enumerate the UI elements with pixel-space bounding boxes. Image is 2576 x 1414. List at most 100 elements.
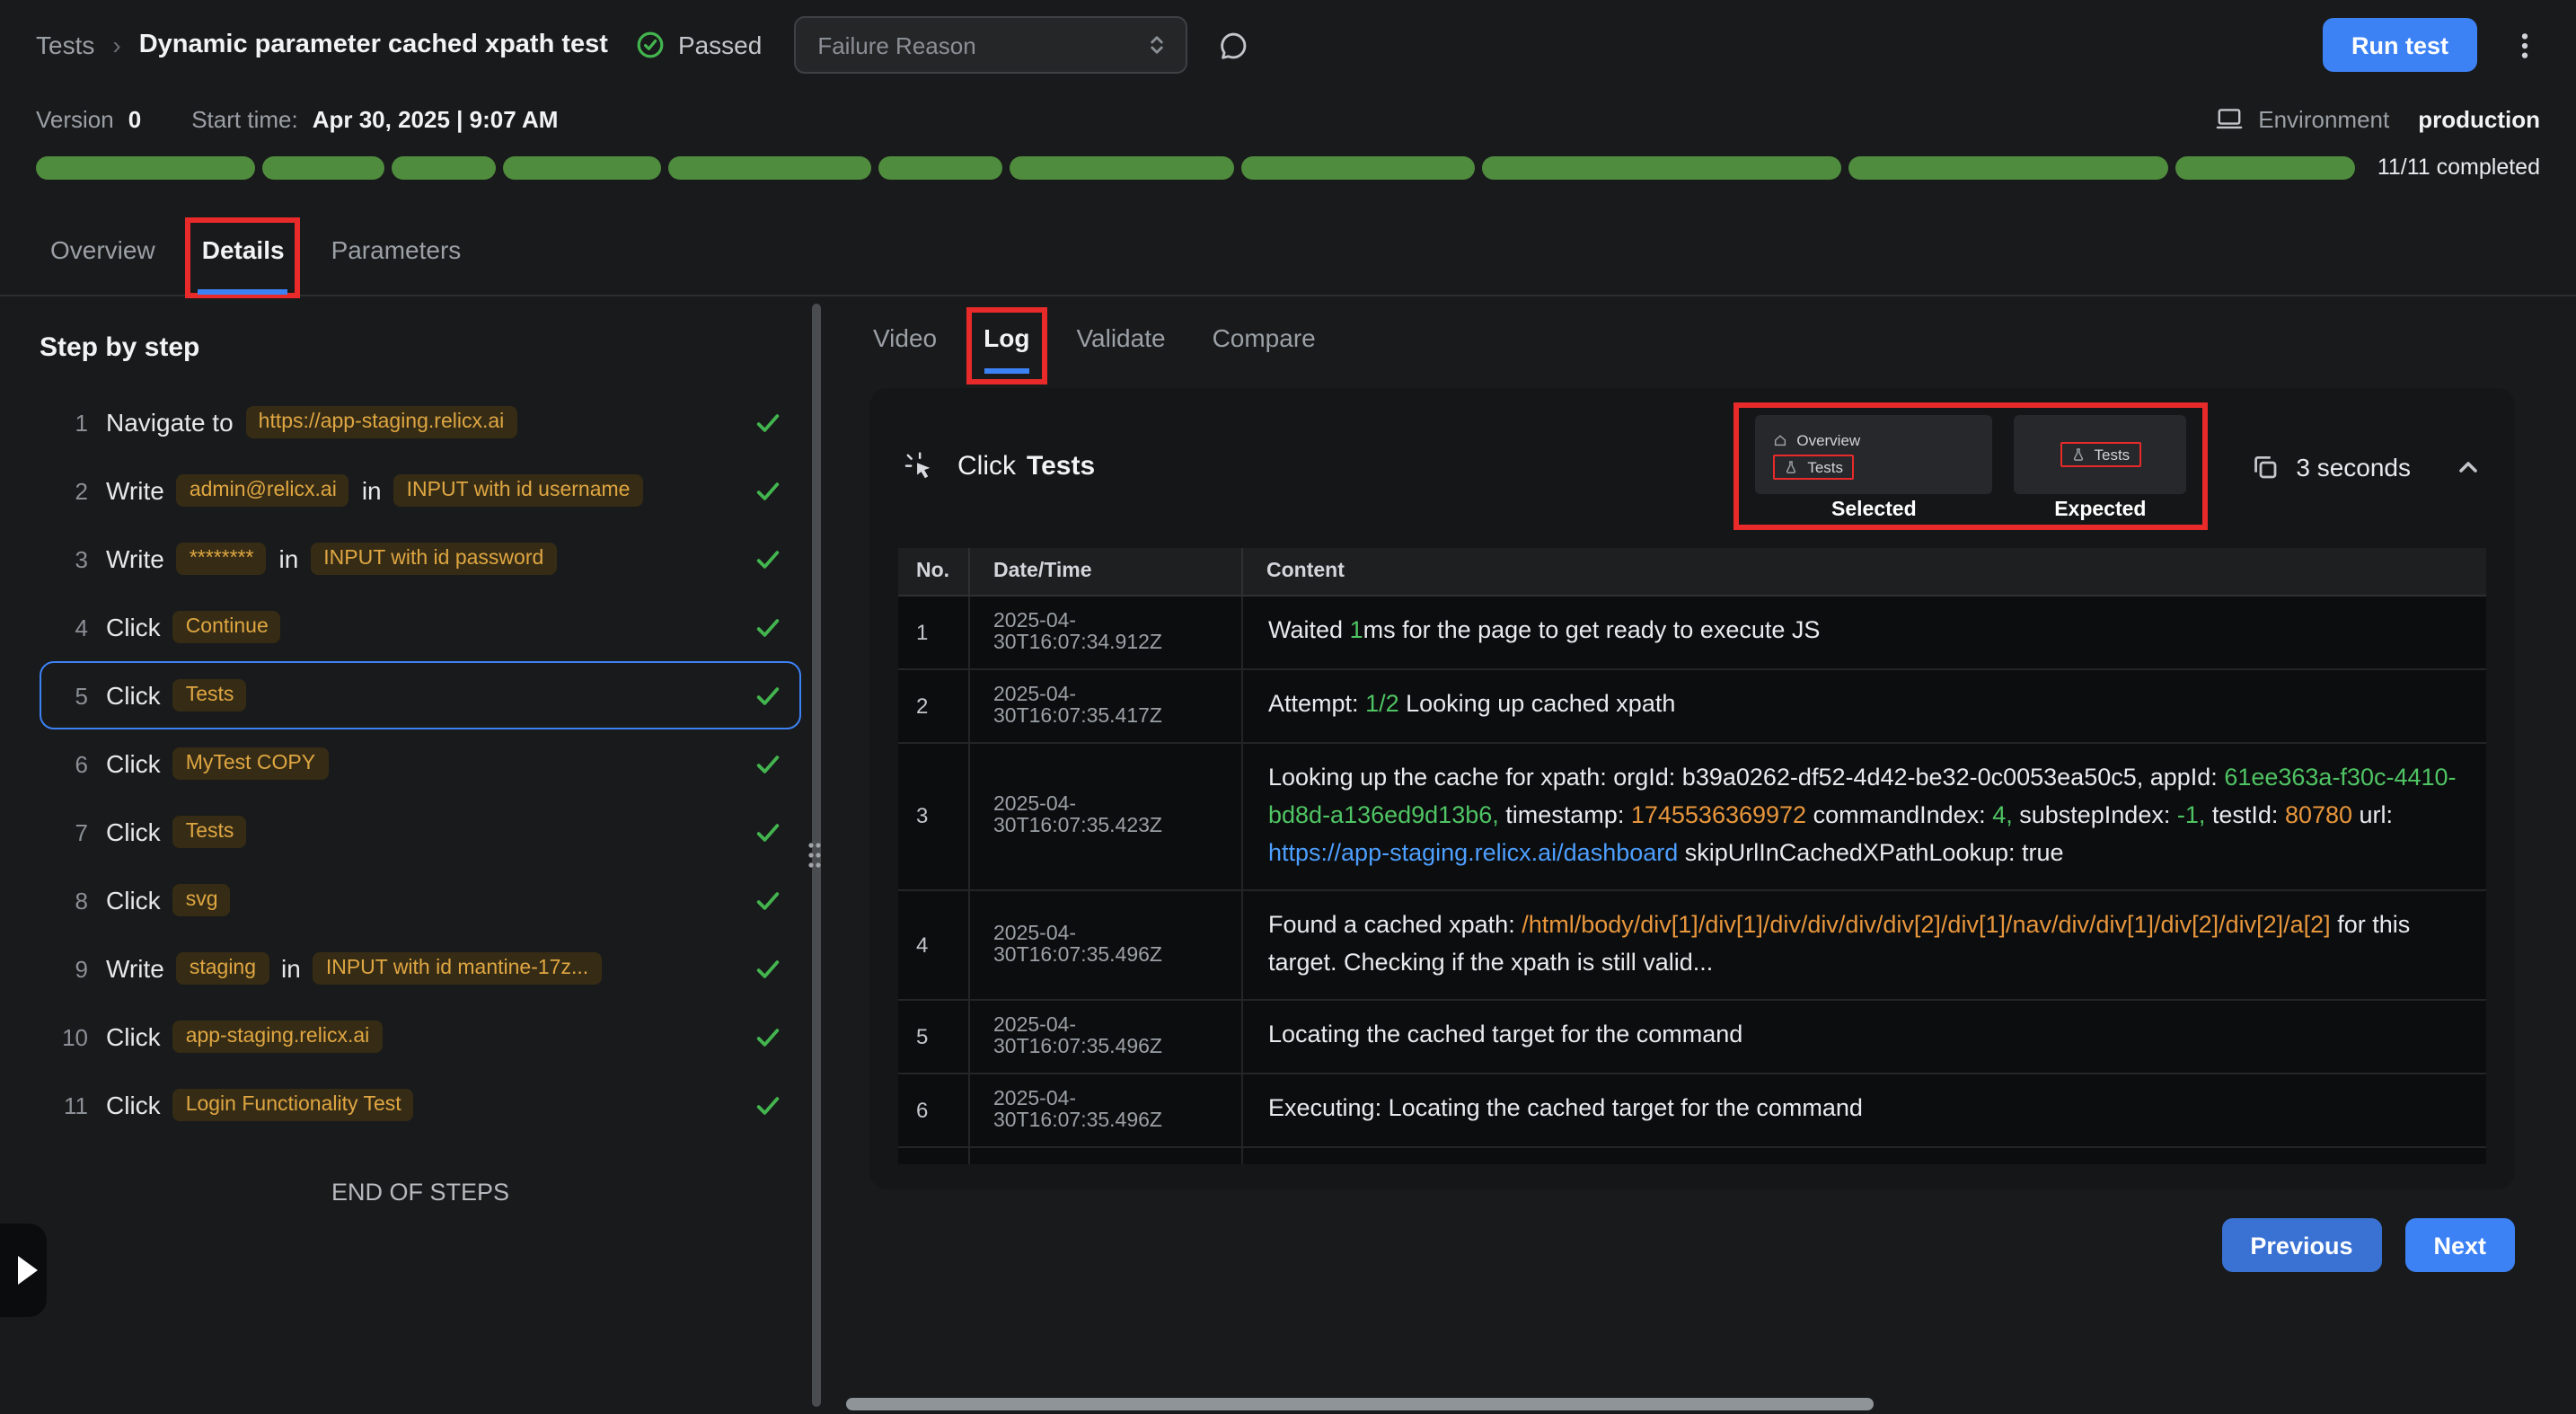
log-row-content: Executing: Locating the cached target fo…: [1243, 1074, 2486, 1145]
detail-tab-video[interactable]: Video: [873, 322, 937, 356]
thumbnail-image: Tests: [2014, 415, 2186, 494]
version-value: 0: [128, 105, 141, 132]
copy-icon[interactable]: [2251, 452, 2280, 481]
failure-reason-value: Failure Reason: [817, 31, 975, 58]
status-label: Passed: [678, 31, 762, 59]
progress-segment: [504, 155, 662, 179]
detail-tab-log[interactable]: Log: [984, 322, 1029, 356]
breadcrumb-separator: ›: [112, 31, 120, 59]
column-header: No.: [898, 548, 970, 595]
step-action-text: Click: [106, 613, 161, 641]
tab-details[interactable]: Details: [202, 234, 285, 268]
log-card-header: ClickTests OverviewTestsSelectedTestsExp…: [869, 388, 2515, 541]
log-table-body[interactable]: 12025-04-30T16:07:34.912ZWaited 1ms for …: [898, 597, 2486, 1164]
thumb-nav-item: Overview: [1773, 430, 1860, 448]
progress-segment: [669, 155, 871, 179]
step-row[interactable]: 4ClickContinue: [40, 593, 801, 661]
progress-segment: [1010, 155, 1234, 179]
tab-label: Parameters: [331, 235, 462, 264]
screenshot-thumbnail[interactable]: TestsExpected: [2014, 415, 2186, 521]
start-time-value: Apr 30, 2025 | 9:07 AM: [313, 105, 559, 132]
house-icon: [1773, 432, 1787, 446]
breadcrumb-tests[interactable]: Tests: [36, 31, 94, 59]
step-row[interactable]: 11ClickLogin Functionality Test: [40, 1071, 801, 1139]
log-row-time: 2025-04-30T16:07:35.496Z: [970, 1074, 1243, 1145]
log-table: No.Date/TimeContent 12025-04-30T16:07:34…: [898, 548, 2486, 1164]
step-target-badge: staging: [177, 952, 269, 985]
step-action-text: Write: [106, 476, 164, 505]
progress-bar: [36, 155, 2356, 179]
column-header: Date/Time: [970, 548, 1243, 595]
step-target-badge: Tests: [173, 679, 247, 711]
step-row[interactable]: 7ClickTests: [40, 798, 801, 866]
page-title: Dynamic parameter cached xpath test: [139, 31, 608, 59]
main-tabs: Overview Details Parameters: [0, 219, 2576, 296]
progress-segment: [1848, 155, 2167, 179]
sidebar-expand-handle[interactable]: [0, 1224, 47, 1317]
log-text-segment: 80780: [2285, 801, 2352, 828]
log-text-segment: https://app-staging.relicx.ai/dashboard: [1268, 839, 1678, 866]
horizontal-scrollbar[interactable]: [846, 1398, 1874, 1410]
log-row-time: 2025-04-30T16:07:34.912Z: [970, 597, 1243, 668]
step-row[interactable]: 5 Click Tests: [40, 661, 801, 729]
step-row[interactable]: 1Navigate tohttps://app-staging.relicx.a…: [40, 388, 801, 456]
step-number: 6: [52, 750, 88, 777]
step-content: Navigate tohttps://app-staging.relicx.ai: [106, 406, 740, 438]
step-content: Clicksvg: [106, 884, 740, 916]
progress-segment: [1481, 155, 1841, 179]
check-icon: [754, 545, 781, 572]
detail-tab-compare[interactable]: Compare: [1213, 322, 1316, 356]
command-title: ClickTests: [957, 451, 1095, 482]
failure-reason-select[interactable]: Failure Reason: [794, 16, 1187, 74]
log-row-number: 5: [898, 1000, 970, 1072]
tab-parameters[interactable]: Parameters: [331, 234, 462, 268]
more-menu-icon[interactable]: [2510, 30, 2540, 60]
right-triangle-icon: [17, 1256, 37, 1285]
step-action-text: Click: [106, 681, 161, 710]
click-pointer-icon: [902, 449, 936, 483]
comment-icon[interactable]: [1216, 28, 1250, 62]
check-icon: [754, 750, 781, 777]
log-text-segment: commandIndex:: [1806, 801, 1992, 828]
previous-button[interactable]: Previous: [2221, 1218, 2381, 1272]
chevron-up-icon[interactable]: [2454, 452, 2483, 481]
log-row-number: 7: [898, 1147, 970, 1164]
step-row[interactable]: 6ClickMyTest COPY: [40, 729, 801, 798]
step-action-text: in: [278, 544, 298, 573]
check-icon: [754, 887, 781, 914]
step-row[interactable]: 3Write********inINPUT with id password: [40, 525, 801, 593]
log-text-segment: Looking up the cache for xpath: orgId: b…: [1268, 764, 2224, 791]
check-icon: [754, 614, 781, 641]
step-action-text: Write: [106, 544, 164, 573]
thumb-nav-item: Tests: [1773, 454, 1854, 479]
step-row[interactable]: 10Clickapp-staging.relicx.ai: [40, 1003, 801, 1071]
step-target-badge: INPUT with id username: [394, 474, 643, 507]
log-text-segment: Executing: Locating the cached target fo…: [1268, 1093, 1863, 1120]
run-test-button[interactable]: Run test: [2323, 18, 2477, 72]
progress-segment: [391, 155, 497, 179]
detail-tab-validate[interactable]: Validate: [1076, 322, 1165, 356]
step-content: ClickTests: [106, 816, 740, 848]
duration-text: 3 seconds: [2296, 452, 2411, 481]
step-action-text: Click: [106, 749, 161, 778]
log-row-time: 2025-04-30T16:07:35.496Z: [970, 891, 1243, 999]
chevron-up-down-icon: [1144, 32, 1169, 57]
progress-completed-text: 11/11 completed: [2378, 155, 2540, 180]
panel-resize-grip[interactable]: [807, 841, 823, 870]
step-row[interactable]: 2Writeadmin@relicx.aiinINPUT with id use…: [40, 456, 801, 525]
step-row[interactable]: 9WritestaginginINPUT with id mantine-17z…: [40, 934, 801, 1003]
step-number: 5: [52, 682, 88, 709]
log-row: 32025-04-30T16:07:35.423ZLooking up the …: [898, 744, 2486, 891]
check-icon: [754, 955, 781, 982]
step-number: 3: [52, 545, 88, 572]
log-row: 22025-04-30T16:07:35.417ZAttempt: 1/2 Lo…: [898, 670, 2486, 744]
stage: Tests › Dynamic parameter cached xpath t…: [0, 0, 2576, 1414]
next-button[interactable]: Next: [2404, 1218, 2515, 1272]
environment-label: Environment: [2258, 105, 2389, 132]
environment-value: production: [2418, 105, 2540, 132]
nav-item-label: Overview: [1796, 430, 1860, 448]
step-row[interactable]: 8Clicksvg: [40, 866, 801, 934]
pager: Previous Next: [869, 1218, 2515, 1272]
tab-overview[interactable]: Overview: [50, 234, 155, 268]
screenshot-thumbnail[interactable]: OverviewTestsSelected: [1755, 415, 1992, 521]
